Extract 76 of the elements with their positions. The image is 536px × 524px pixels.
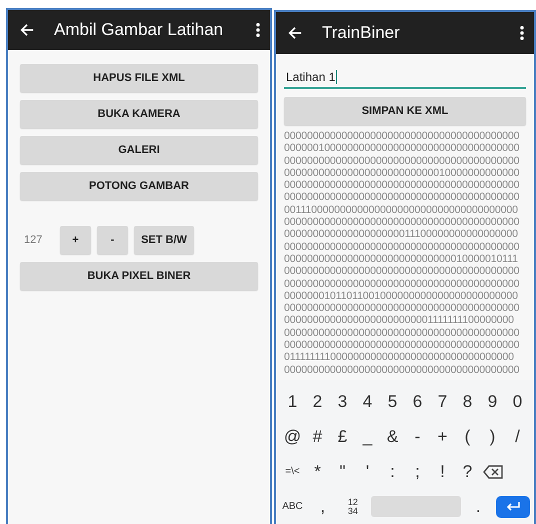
keyboard-key[interactable]: ': [355, 456, 380, 486]
keyboard-key[interactable]: =\<: [280, 456, 305, 486]
threshold-value: 127: [23, 234, 44, 246]
keyboard-key[interactable]: &: [380, 422, 405, 452]
keyboard-key[interactable]: 3: [330, 386, 355, 416]
binary-text-line: 00000000000000000000011100000000000000000: [284, 228, 519, 241]
keyboard-key[interactable]: .: [466, 492, 491, 522]
threshold-button[interactable]: SET B/W: [134, 226, 194, 254]
menu-button[interactable]: [256, 23, 260, 37]
keyboard-key[interactable]: /: [505, 422, 530, 452]
keyboard-key[interactable]: @: [280, 422, 305, 452]
keyboard-key[interactable]: 4: [355, 386, 380, 416]
enter-key[interactable]: [496, 496, 530, 518]
enter-icon: [506, 502, 520, 512]
binary-text-line: 00000000000000000000000000000010000010111: [284, 252, 519, 266]
binary-text-line: 00000001011011001000000000000000000000000: [284, 290, 519, 302]
keyboard-key[interactable]: ;: [405, 456, 430, 486]
threshold-button[interactable]: +: [60, 226, 91, 254]
binary-text-line: 00000010000000000000000000000000000000000: [284, 142, 520, 155]
binary-text-line: 00000000000000000000000000000000000000000: [284, 216, 520, 228]
binary-text-line: 00000000000000000000000001111111100000000: [284, 314, 515, 327]
keyboard-key[interactable]: ": [330, 456, 355, 486]
keyboard-key[interactable]: !: [430, 456, 455, 486]
keyboard-key[interactable]: 5: [380, 386, 405, 416]
back-arrow-icon: [20, 23, 34, 37]
keyboard-key[interactable]: ?: [455, 456, 480, 486]
more-icon: [256, 23, 260, 37]
keyboard-key[interactable]: 9: [480, 386, 505, 416]
keyboard-key[interactable]: (: [455, 422, 480, 452]
keyboard-key[interactable]: 2: [305, 386, 330, 416]
binary-text-line: 01111111100000000000000000000000000000000: [284, 351, 515, 364]
binary-text-line: 00000000000000000000000000010000000000000: [284, 166, 520, 180]
binary-text-line: 00000000000000000000000000000000000000000: [284, 278, 520, 290]
action-button[interactable]: POTONG GAMBAR: [20, 172, 258, 200]
back-button[interactable]: [20, 23, 34, 37]
keyboard-key[interactable]: 0: [505, 386, 530, 416]
keyboard-key[interactable]: ABC: [280, 492, 305, 522]
binary-text-line: 00000000000000000000000000000000000000000: [284, 265, 520, 278]
keyboard-key[interactable]: :: [380, 456, 405, 486]
screen-title: Ambil Gambar Latihan: [54, 20, 224, 40]
keyboard-key[interactable]: _: [355, 422, 380, 452]
action-button[interactable]: BUKA KAMERA: [20, 100, 258, 128]
save-button[interactable]: SIMPAN KE XML: [284, 97, 526, 125]
binary-text-line: 00000000000000000000000000000000000000000: [284, 179, 520, 192]
binary-text-line: 00000000000000000000000000000000000000000: [284, 240, 520, 253]
binary-text-line: 00111000000000000000000000000000000000000: [284, 204, 519, 216]
back-arrow-icon: [288, 26, 302, 40]
threshold-button[interactable]: -: [97, 226, 128, 254]
action-button[interactable]: GALERI: [20, 136, 258, 164]
keyboard-key[interactable]: *: [305, 456, 330, 486]
screen-title: TrainBiner: [322, 23, 401, 43]
keyboard-key[interactable]: 8: [455, 386, 480, 416]
keyboard-key[interactable]: £: [330, 422, 355, 452]
back-button[interactable]: [288, 26, 302, 40]
binary-text-line: 00000000000000000000000000000000000000000: [284, 130, 520, 142]
binary-text-line: 00000000000000000000000000000000000000000: [284, 339, 520, 352]
keyboard-key[interactable]: #: [305, 422, 330, 452]
keyboard-key[interactable]: ,: [310, 492, 336, 522]
menu-button[interactable]: [520, 26, 524, 40]
keyboard-key[interactable]: 6: [405, 386, 430, 416]
keyboard-key[interactable]: 7: [430, 386, 455, 416]
keyboard-key[interactable]: -: [405, 422, 430, 452]
binary-text-line: 00000000000000000000000000000000000000000: [284, 154, 520, 167]
keyboard-key[interactable]: +: [430, 422, 455, 452]
action-button[interactable]: BUKA PIXEL BINER: [20, 262, 258, 290]
action-button[interactable]: HAPUS FILE XML: [20, 64, 258, 92]
backspace-icon: [482, 464, 502, 478]
binary-text-line: 00000000000000000000000000000000000000000: [284, 326, 520, 340]
keyboard-key[interactable]: 12 34: [340, 498, 366, 516]
name-input-field[interactable]: Latihan 1: [284, 70, 526, 89]
keyboard-key[interactable]: 1: [280, 386, 305, 416]
binary-text-line: 00000000000000000000000000000000000000000: [284, 302, 520, 314]
binary-text-line: 00000000000000000000000000000000000000000: [284, 191, 520, 204]
more-icon: [520, 26, 524, 40]
binary-text-line: 00000000000000000000000000000000000000000: [284, 364, 520, 376]
keyboard-key[interactable]: ): [480, 422, 505, 452]
